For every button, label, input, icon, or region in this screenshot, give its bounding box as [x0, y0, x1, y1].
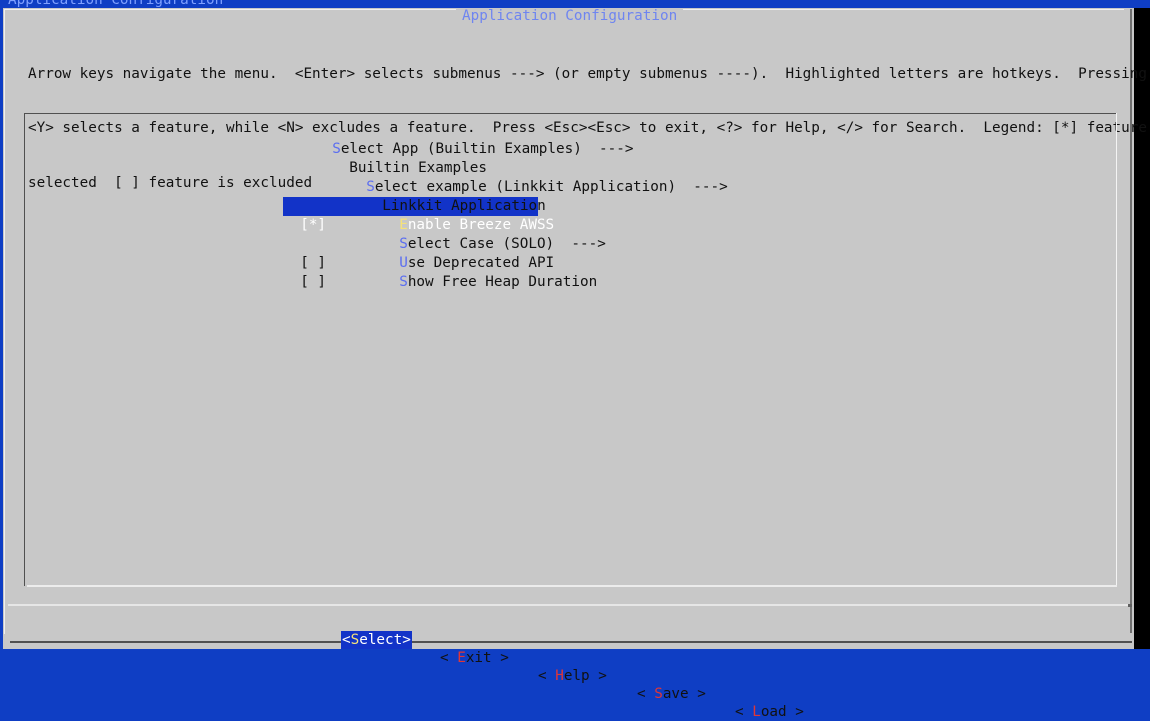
window-title: Application Configuration: [8, 0, 224, 8]
menu-border-bottom: [27, 585, 1117, 587]
exit-button[interactable]: < Exit >: [440, 649, 509, 667]
checkbox-show-free-heap-duration[interactable]: [ ]: [283, 255, 326, 291]
menu-item-select-case[interactable]: Select Case (SOLO) --->: [382, 217, 606, 252]
checkbox-enable-breeze-awss[interactable]: [*]: [283, 198, 326, 234]
separator-tick: [1128, 604, 1132, 607]
menu-border-left: [24, 113, 25, 586]
menu-item-builtin-examples[interactable]: Builtin Examples: [332, 141, 487, 176]
help-line: Arrow keys navigate the menu. <Enter> se…: [28, 65, 1147, 82]
help-button[interactable]: < Help >: [538, 667, 607, 685]
dialog-border-right: [1130, 9, 1132, 633]
menu-item-use-deprecated-api[interactable]: Use Deprecated API: [382, 236, 554, 271]
menu-item-select-example[interactable]: Select example (Linkkit Application) ---…: [349, 160, 728, 195]
terminal-margin: [1134, 8, 1150, 649]
menu-item-linkkit-application[interactable]: Linkkit Application: [365, 179, 546, 214]
menu-item-show-free-heap-duration[interactable]: Show Free Heap Duration: [382, 255, 597, 290]
dialog-border-left: [4, 9, 5, 634]
menu-border-top: [24, 113, 1116, 114]
button-bar: <Select> < Exit > < Help > < Save > < Lo…: [0, 613, 804, 721]
load-button[interactable]: < Load >: [735, 703, 804, 721]
menu-item-select-app[interactable]: Select App (Builtin Examples) --->: [315, 122, 633, 157]
hotkey: S: [399, 274, 408, 290]
menu-item-enable-breeze-awss[interactable]: Enable Breeze AWSS: [382, 198, 554, 233]
menu-border-right: [1116, 113, 1117, 586]
button-separator: [8, 604, 1130, 606]
save-button[interactable]: < Save >: [637, 685, 706, 703]
dialog-border-bottom: [10, 641, 1132, 643]
dialog-title: Application Configuration: [456, 8, 684, 25]
menu-item-label: how Free Heap Duration: [407, 274, 598, 290]
select-button[interactable]: <Select>: [341, 631, 412, 649]
